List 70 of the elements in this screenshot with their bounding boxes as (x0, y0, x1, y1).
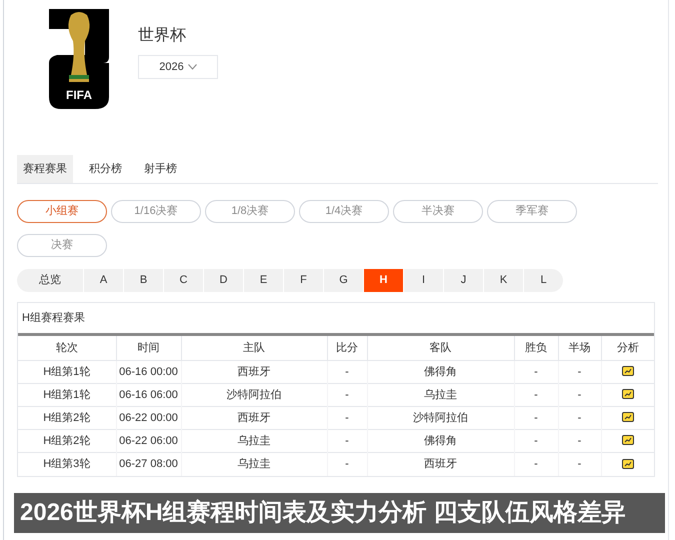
group-tab[interactable]: E (243, 269, 283, 292)
stage-pill[interactable]: 决赛 (17, 234, 107, 257)
tab[interactable]: 射手榜 (138, 155, 183, 183)
table-cell: 沙特阿拉伯 (226, 388, 282, 401)
table-cell: - (345, 366, 349, 378)
column-header: 比分 (336, 342, 358, 354)
column-header: 胜负 (525, 342, 547, 354)
table-cell: 06-22 00:00 (119, 412, 178, 424)
chart-note-icon[interactable] (622, 366, 634, 378)
chart-note-icon[interactable] (622, 458, 634, 470)
table-cell: 06-16 06:00 (119, 388, 178, 401)
caption-banner: 2026世界杯H组赛程时间表及实力分析 四支队伍风格差异 (14, 493, 665, 533)
table-cell: 西班牙 (238, 366, 270, 378)
page-title: 世界杯 (138, 26, 187, 46)
chart-note-icon[interactable] (622, 412, 634, 424)
logo-text: FIFA (66, 89, 92, 101)
chart-note-icon[interactable] (622, 435, 634, 446)
group-tab[interactable]: F (283, 269, 323, 292)
table-cell: 西班牙 (238, 412, 270, 424)
group-tab[interactable]: J (443, 269, 483, 292)
column-header: 客队 (430, 342, 452, 354)
tab[interactable]: 赛程赛果 (17, 155, 73, 183)
table-cell: H组第2轮 (43, 412, 90, 424)
table-cell: - (578, 458, 582, 470)
table-cell: 乌拉圭 (424, 388, 457, 401)
table-cell: 西班牙 (424, 458, 457, 470)
group-tab[interactable]: C (163, 269, 203, 292)
column-header: 主队 (243, 342, 265, 354)
column-header: 轮次 (56, 342, 78, 354)
group-tab[interactable]: D (203, 269, 243, 292)
group-tab[interactable]: K (483, 269, 523, 292)
table-cell: - (345, 434, 349, 447)
group-tab[interactable]: A (83, 269, 123, 292)
table-cell: - (578, 434, 582, 447)
table-cell: - (534, 458, 538, 470)
table-cell: 06-27 08:00 (119, 458, 178, 470)
column-header: 半场 (568, 342, 590, 354)
table-cell: - (578, 388, 582, 401)
group-tab[interactable]: L (523, 269, 563, 292)
table-cell: 06-16 00:00 (119, 366, 178, 378)
table-cell: 沙特阿拉伯 (413, 412, 468, 424)
column-header: 时间 (138, 342, 160, 354)
group-tab[interactable]: 总览 (17, 269, 83, 292)
table-cell: - (534, 388, 538, 401)
table-cell: - (345, 388, 349, 401)
table-cell: 06-22 06:00 (119, 434, 178, 447)
table-cell: - (345, 458, 349, 470)
table-cell: 乌拉圭 (238, 434, 270, 447)
table-cell: - (534, 412, 538, 424)
group-tab[interactable]: B (123, 269, 163, 292)
season-dropdown[interactable]: 2026 (138, 55, 218, 79)
group-tab[interactable]: I (403, 269, 443, 292)
chart-note-icon[interactable] (622, 389, 634, 400)
table-title: H组赛程赛果 (21, 310, 86, 326)
table-cell: 佛得角 (424, 366, 457, 378)
table-cell: 乌拉圭 (238, 458, 270, 470)
table-cell: H组第1轮 (43, 366, 90, 378)
chevron-icon (188, 64, 197, 70)
column-header: 分析 (616, 342, 639, 354)
table-cell: - (534, 366, 538, 378)
table-cell: 佛得角 (424, 434, 457, 447)
stage-pill[interactable]: 小组赛 (17, 200, 107, 223)
table-cell: H组第3轮 (43, 458, 90, 470)
table-cell: H组第1轮 (43, 388, 90, 401)
table-cell: - (345, 412, 349, 424)
table-cell: - (578, 412, 582, 424)
table-cell: - (578, 366, 582, 378)
tab[interactable]: 积分榜 (83, 155, 128, 183)
table-cell: - (534, 434, 538, 447)
table-cell: H组第2轮 (43, 434, 90, 447)
